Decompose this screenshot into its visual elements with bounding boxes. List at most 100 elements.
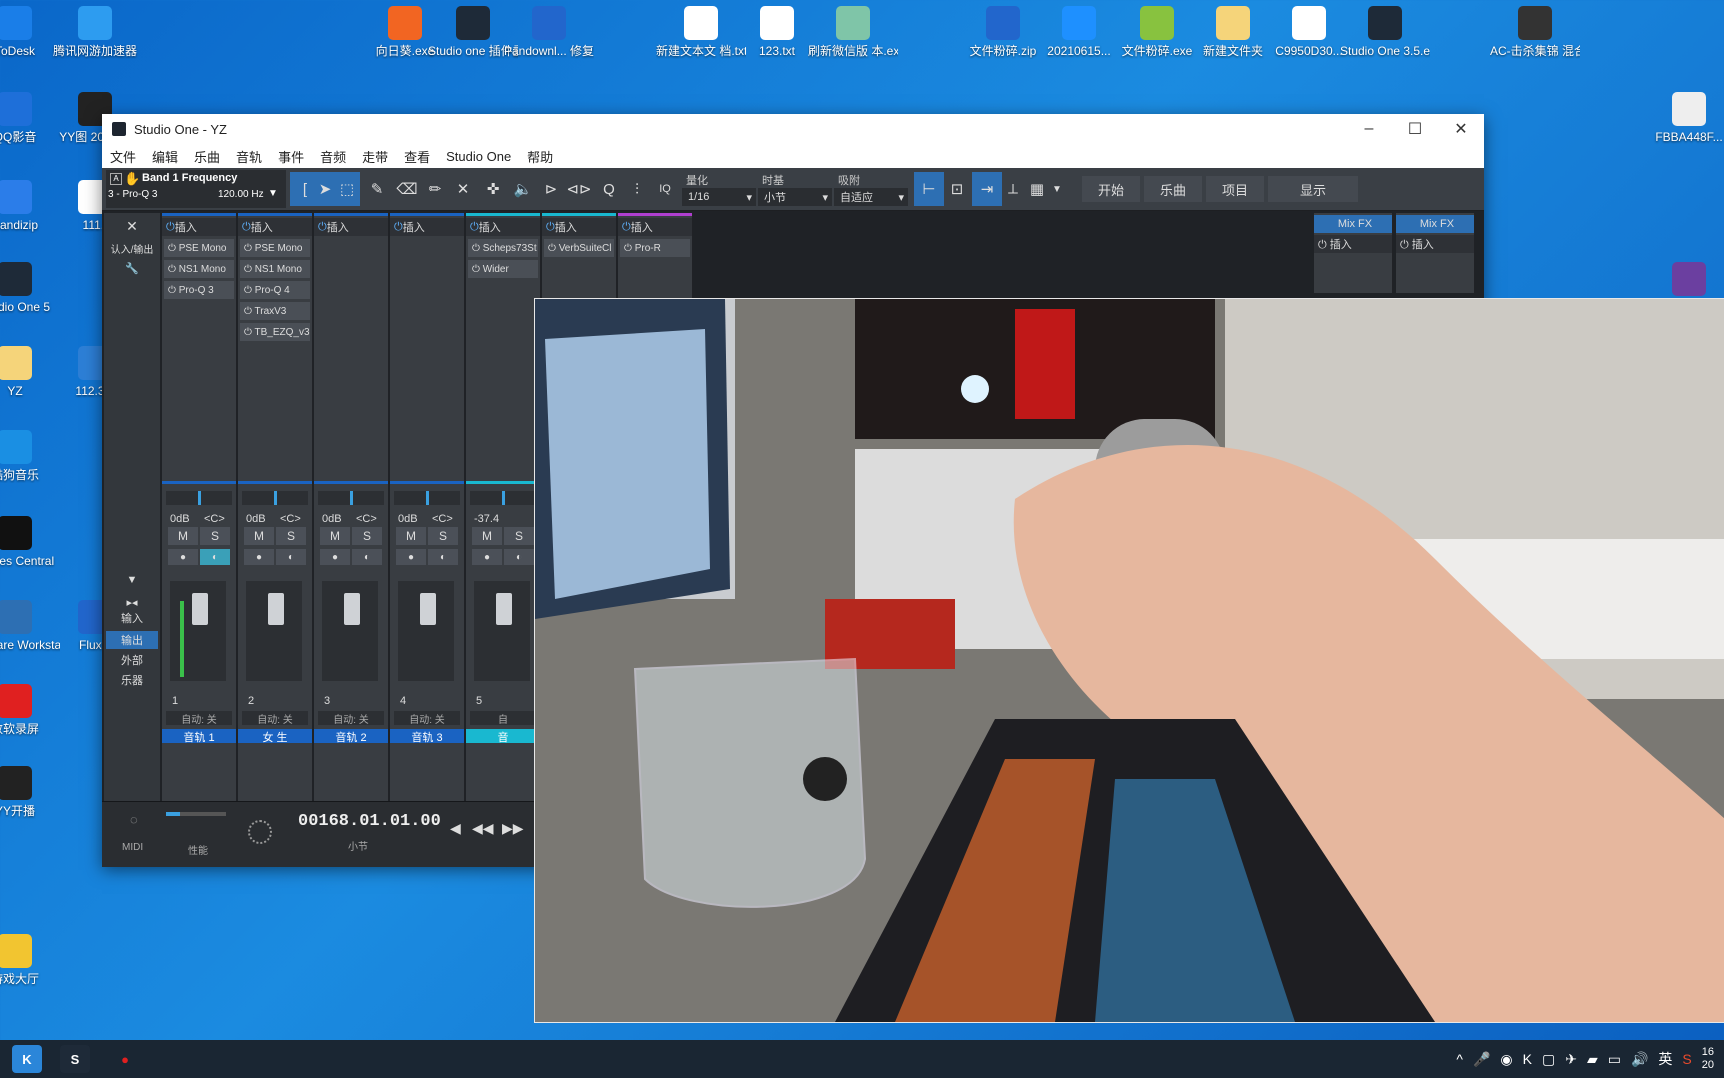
track-info-panel[interactable]: A ✋ Band 1 Frequency 3 - Pro-Q 3 120.00 … bbox=[106, 170, 286, 208]
channel-pan[interactable]: <C> bbox=[204, 513, 225, 525]
menu-item[interactable]: 乐曲 bbox=[186, 147, 228, 166]
clock[interactable]: 16 20 bbox=[1702, 1046, 1714, 1072]
channel-name[interactable]: 音轨 2 bbox=[314, 729, 388, 744]
channel-name[interactable]: 音轨 1 bbox=[162, 729, 236, 744]
insert-plugin-slot[interactable]: ⏻ Wider bbox=[468, 260, 538, 278]
desktop-icon[interactable]: AC-击杀集锦 混合全集.... bbox=[1490, 6, 1580, 59]
microphone-icon[interactable]: 🎤 bbox=[1473, 1051, 1490, 1068]
kugou-taskbar-icon[interactable]: K bbox=[12, 1045, 42, 1073]
automation-mode[interactable]: 自动: 关 bbox=[318, 711, 384, 726]
desktop-icon[interactable]: 20210615... bbox=[1034, 6, 1124, 59]
automation-mode[interactable]: 自动: 关 bbox=[394, 711, 460, 726]
monitor-icon[interactable]: ◐ bbox=[200, 549, 230, 565]
power-icon[interactable]: ⏻ bbox=[242, 221, 251, 234]
paint-tool-icon[interactable]: ✏ bbox=[422, 176, 448, 202]
close-button[interactable]: ✕ bbox=[1438, 114, 1484, 144]
power-icon[interactable]: ⏻ bbox=[546, 221, 555, 234]
insert-header[interactable]: ⏻ 插入 bbox=[542, 218, 616, 236]
desktop-icon[interactable]: 刷新微信版 本.exe bbox=[808, 6, 898, 59]
channel-name[interactable]: 女 生 bbox=[238, 729, 312, 744]
record-arm-icon[interactable]: ● bbox=[320, 549, 350, 565]
solo-button[interactable]: S bbox=[200, 527, 230, 545]
pan-slider[interactable] bbox=[242, 491, 308, 505]
rewind-start-icon[interactable]: ◀ bbox=[450, 820, 461, 837]
power-icon[interactable]: ⏻ bbox=[318, 221, 327, 234]
power-icon[interactable]: ⏻ bbox=[622, 221, 631, 234]
channel-volume[interactable]: -37.4 bbox=[474, 513, 499, 525]
snap-select[interactable]: 自适应 ▾ bbox=[834, 188, 908, 206]
pan-slider[interactable] bbox=[470, 491, 536, 505]
mute-tool-icon[interactable]: ✕ bbox=[450, 176, 476, 202]
studio-one-taskbar-icon[interactable]: S bbox=[60, 1045, 90, 1073]
power-icon[interactable]: ⏻ bbox=[166, 221, 175, 234]
desktop-icon[interactable]: 游戏大厅 bbox=[0, 934, 60, 987]
insert-header[interactable]: ⏻ 插入 bbox=[1314, 235, 1392, 253]
chevron-down-icon[interactable]: ▼ bbox=[1044, 176, 1070, 202]
menu-item[interactable]: 走带 bbox=[354, 147, 396, 166]
search-icon[interactable]: Q bbox=[596, 176, 622, 202]
channel-name[interactable]: 音 bbox=[466, 729, 540, 744]
desktop-icon[interactable]: 酷狗音乐 bbox=[0, 430, 60, 483]
insert-plugin-slot[interactable]: ⏻ VerbSuiteCl bbox=[544, 239, 614, 257]
nav-button[interactable]: 项目 bbox=[1206, 176, 1264, 202]
desktop-icon[interactable]: 腾讯网游加速器 bbox=[50, 6, 140, 59]
channel-name[interactable]: 音轨 3 bbox=[390, 729, 464, 744]
nvidia-icon[interactable]: ▰ bbox=[1587, 1051, 1598, 1068]
volume-fader[interactable] bbox=[170, 581, 226, 681]
channel-pan[interactable]: <C> bbox=[432, 513, 453, 525]
record-arm-icon[interactable]: ● bbox=[396, 549, 426, 565]
mute-button[interactable]: M bbox=[472, 527, 502, 545]
insert-header[interactable]: ⏻ 插入 bbox=[314, 218, 388, 236]
volume-fader[interactable] bbox=[398, 581, 454, 681]
display-icon[interactable]: ▭ bbox=[1608, 1051, 1621, 1068]
solo-button[interactable]: S bbox=[428, 527, 458, 545]
share-icon[interactable]: ✈ bbox=[1565, 1051, 1577, 1068]
timebase-select[interactable]: 小节 ▾ bbox=[758, 188, 832, 206]
volume-fader[interactable] bbox=[322, 581, 378, 681]
insert-plugin-slot[interactable]: ⏻ Pro-Q 4 bbox=[240, 281, 310, 299]
console-panel-tab[interactable]: 乐器 bbox=[106, 671, 158, 689]
transport-position[interactable]: 00168.01.01.00 bbox=[298, 812, 441, 831]
channel-volume[interactable]: 0dB bbox=[170, 513, 190, 525]
split-tool-icon[interactable]: ✎ bbox=[364, 176, 390, 202]
insert-plugin-slot[interactable]: ⏻ Scheps73St bbox=[468, 239, 538, 257]
channel-pan[interactable]: <C> bbox=[280, 513, 301, 525]
follow-icon[interactable]: ⟂ bbox=[1000, 176, 1026, 202]
fader-handle[interactable] bbox=[268, 593, 284, 625]
desktop-icon[interactable]: Waves Central bbox=[0, 516, 60, 569]
menu-item[interactable]: Studio One bbox=[438, 149, 519, 164]
bend-tool-icon[interactable]: ✜ bbox=[480, 176, 506, 202]
menu-item[interactable]: 音轨 bbox=[228, 147, 270, 166]
insert-header[interactable]: ⏻ 插入 bbox=[238, 218, 312, 236]
marker-icon[interactable]: ⊳ bbox=[538, 176, 564, 202]
channel-volume[interactable]: 0dB bbox=[246, 513, 266, 525]
maximize-button[interactable]: ☐ bbox=[1392, 114, 1438, 144]
insert-header[interactable]: ⏻ 插入 bbox=[618, 218, 692, 236]
insert-plugin-slot[interactable]: ⏻ NS1 Mono bbox=[240, 260, 310, 278]
console-panel-tab[interactable]: 外部 bbox=[106, 651, 158, 669]
power-icon[interactable]: ⏻ bbox=[394, 221, 403, 234]
fader-handle[interactable] bbox=[420, 593, 436, 625]
nav-button[interactable]: 乐曲 bbox=[1144, 176, 1202, 202]
menu-item[interactable]: 事件 bbox=[270, 147, 312, 166]
pan-slider[interactable] bbox=[318, 491, 384, 505]
menu-item[interactable]: 音频 bbox=[312, 147, 354, 166]
automation-mode[interactable]: 自 bbox=[470, 711, 536, 726]
mute-button[interactable]: M bbox=[320, 527, 350, 545]
record-arm-icon[interactable]: ● bbox=[168, 549, 198, 565]
monitor-icon[interactable]: ◐ bbox=[276, 549, 306, 565]
channel-pan[interactable]: <C> bbox=[356, 513, 377, 525]
insert-plugin-slot[interactable]: ⏻ TraxV3 bbox=[240, 302, 310, 320]
volume-fader[interactable] bbox=[246, 581, 302, 681]
chevron-down-icon[interactable]: ▼ bbox=[268, 188, 278, 199]
nav-button[interactable]: 开始 bbox=[1082, 176, 1140, 202]
eraser-tool-icon[interactable]: ⌫ bbox=[394, 176, 420, 202]
volume-fader[interactable] bbox=[474, 581, 530, 681]
insert-plugin-slot[interactable]: ⏻ NS1 Mono bbox=[164, 260, 234, 278]
automation-mode[interactable]: 自动: 关 bbox=[166, 711, 232, 726]
insert-plugin-slot[interactable]: ⏻ Pro-Q 3 bbox=[164, 281, 234, 299]
chevron-up-icon[interactable]: ^ bbox=[1456, 1051, 1463, 1067]
insert-header[interactable]: ⏻ 插入 bbox=[162, 218, 236, 236]
desktop-icon[interactable]: YY开播 bbox=[0, 766, 60, 819]
fader-handle[interactable] bbox=[496, 593, 512, 625]
